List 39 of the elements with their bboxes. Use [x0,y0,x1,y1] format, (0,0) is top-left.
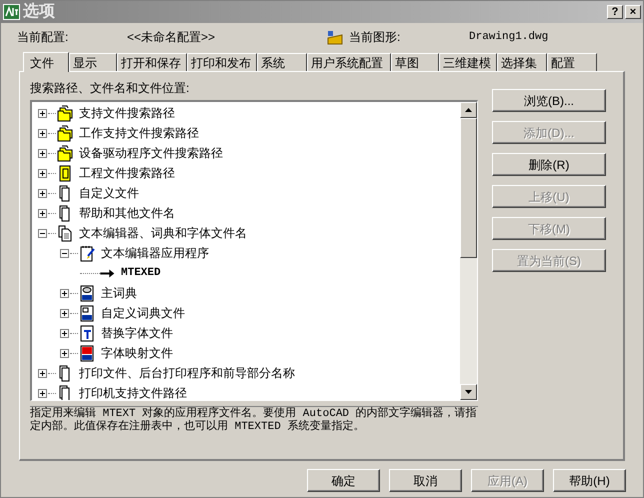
tab[interactable]: 选择集 [497,53,547,71]
tree-item[interactable]: 帮助和其他文件名 [79,204,175,222]
tree-item[interactable]: 自定义文件 [79,184,139,202]
dialog-button[interactable]: 删除(R) [492,153,606,176]
tab[interactable]: 打开和保存 [117,53,187,71]
dialog-button[interactable]: 取消 [389,469,462,492]
drawing-value: Drawing1.dwg [469,30,548,45]
help-button[interactable]: ? [607,5,623,19]
tab[interactable]: 显示 [69,53,117,71]
dialog-button[interactable]: 浏览(B)... [492,89,606,112]
tab[interactable]: 配置 [547,53,597,71]
profile-value: <<未命名配置>> [127,29,216,46]
tree-item[interactable]: 自定义词典文件 [101,304,185,322]
tree-item[interactable]: MTEXED [121,264,161,282]
tree-item[interactable]: 文本编辑器应用程序 [101,244,209,262]
tab[interactable]: 打印和发布 [187,53,257,71]
tree-item[interactable]: 打印文件、后台打印程序和前导部分名称 [79,364,295,382]
description-text: 指定用来编辑 MTEXT 对象的应用程序文件名。要使用 AutoCAD 的内部文字编辑器，请指定内部。此值保存在注册表中，也可以用 MTEXTED 系统变量指定。 [30,407,478,434]
tree-item[interactable]: 设备驱动程序文件搜索路径 [79,144,223,162]
close-button[interactable]: × [625,5,641,19]
tab[interactable]: 用户系统配置 [307,53,391,71]
dialog-button[interactable]: 帮助(H) [553,469,626,492]
tree-item[interactable]: 主词典 [101,284,137,302]
tree-item[interactable]: 替换字体文件 [101,324,173,342]
drawing-label: 当前图形: [349,29,402,46]
tree-item[interactable]: 字体映射文件 [101,344,173,362]
tree-item[interactable]: 工程文件搜索路径 [79,164,175,182]
tree-label: 搜索路径、文件名和文件位置: [30,80,190,97]
tab[interactable]: 文件 [23,52,69,72]
tree-item[interactable]: 支持文件搜索路径 [79,104,175,122]
window-title: 选项 [23,4,55,20]
dialog-button[interactable]: 确定 [307,469,380,492]
tab[interactable]: 草图 [391,53,439,71]
profile-label: 当前配置: [17,29,70,46]
tree-item[interactable]: 工作支持文件搜索路径 [79,124,199,142]
tab[interactable]: 系统 [257,53,307,71]
tab[interactable]: 三维建模 [439,53,497,71]
tree-item[interactable]: 文本编辑器、词典和字体文件名 [79,224,247,242]
tree-item[interactable]: 打印机支持文件路径 [79,384,187,400]
